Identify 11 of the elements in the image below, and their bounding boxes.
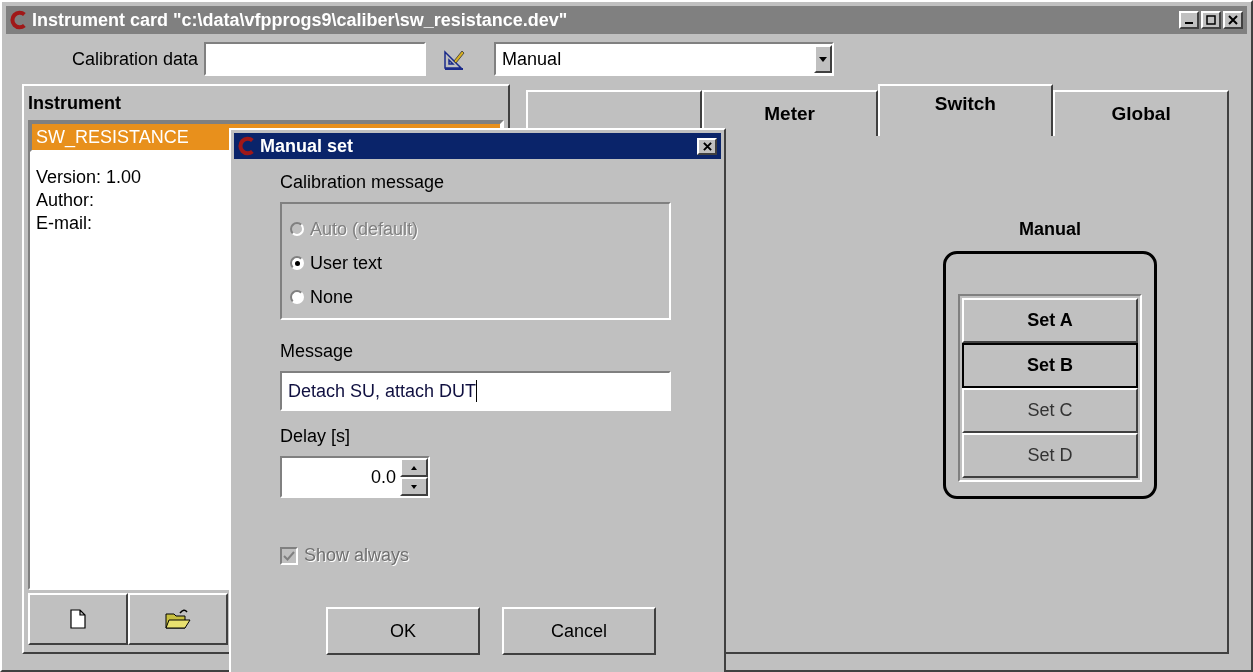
dialog-title: Manual set bbox=[260, 134, 354, 158]
message-label: Message bbox=[280, 340, 355, 363]
group-title: Manual bbox=[1019, 218, 1081, 241]
instrument-detail: Version: 1.00 bbox=[36, 166, 142, 189]
instrument-header: Instrument bbox=[27, 91, 122, 115]
instrument-detail: Author: bbox=[36, 189, 95, 212]
calibration-data-label: Calibration data bbox=[72, 47, 199, 71]
window-title: Instrument card "c:\data\vfpprogs9\caliber\sw_resistance.dev" bbox=[32, 8, 568, 32]
delay-label: Delay [s] bbox=[280, 425, 352, 448]
group-label: Calibration message bbox=[280, 171, 446, 194]
instrument-detail: E-mail: bbox=[36, 212, 92, 235]
